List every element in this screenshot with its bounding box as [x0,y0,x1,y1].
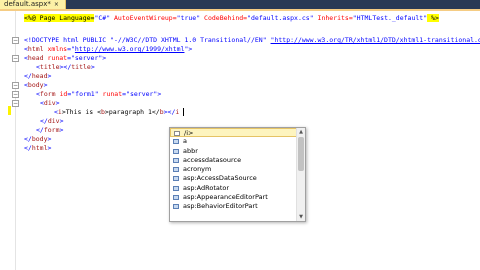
completion-item[interactable]: asp:AdRotator [170,184,305,193]
code-editor[interactable]: − − − − − <%@ Page Language="C#" AutoEve… [0,9,480,270]
element-icon [173,195,179,201]
code-line-1: <%@ Page Language="C#" AutoEventWireup="… [24,14,439,22]
completion-item[interactable]: asp:AppearanceEditorPart [170,193,305,202]
completion-item[interactable]: a [170,137,305,146]
code-line-body: <body> [24,81,48,89]
code-line-head-close: </head> [24,72,52,80]
code-line-div: <div> [40,99,60,107]
completion-item[interactable]: acronym [170,165,305,174]
editor-margin [0,11,19,270]
code-line-form: <form id="form1" runat="server"> [36,90,162,98]
snippet-icon [174,131,180,136]
change-marker [8,106,11,115]
code-line-html: <html xmlns="http://www.w3.org/1999/xhtm… [24,45,193,53]
intellisense-completion-list[interactable]: /i> a abbr accessdatasource acronym asp:… [169,127,306,222]
close-icon[interactable]: × [54,1,59,8]
element-icon [173,167,179,173]
document-tab-bar: default.aspx* × [0,0,480,9]
element-icon [173,185,179,191]
code-line-body-close: </body> [24,135,52,143]
code-line-doctype: <!DOCTYPE html PUBLIC "-//W3C//DTD XHTML… [24,36,480,44]
scroll-thumb[interactable] [298,137,304,171]
completion-item[interactable]: abbr [170,147,305,156]
tab-default-aspx[interactable]: default.aspx* × [0,0,66,9]
collapse-icon-form[interactable]: − [12,91,19,98]
element-icon [173,176,179,182]
code-line-form-close: </form> [36,126,64,134]
collapse-icon-doctype[interactable]: − [12,37,19,44]
collapse-icon-head[interactable]: − [12,55,19,62]
completion-item[interactable]: asp:BehaviorEditorPart [170,202,305,211]
completion-item[interactable]: asp:AccessDataSource [170,174,305,183]
code-line-title: <title></title> [36,63,95,71]
code-line-html-close: </html> [24,144,52,152]
element-icon [173,139,179,145]
completion-scrollbar[interactable]: ▲ ▼ [296,128,305,221]
code-line-div-close: </div> [40,117,64,125]
element-icon [173,204,179,210]
collapse-icon-body[interactable]: − [12,82,19,89]
collapse-icon-div[interactable]: − [12,100,19,107]
element-icon [173,157,179,163]
element-icon [173,148,179,154]
scroll-down-arrow-icon[interactable]: ▼ [298,214,304,220]
outline-guide [15,11,16,270]
completion-item[interactable]: accessdatasource [170,156,305,165]
scroll-up-arrow-icon[interactable]: ▲ [298,129,304,135]
code-line-head: <head runat="server"> [24,54,107,62]
completion-item[interactable]: /i> [170,128,305,138]
tab-title: default.aspx* [4,0,51,8]
text-caret [183,108,184,116]
code-line-paragraph: <i>This is <b>paragraph 1</b></i [54,108,180,116]
